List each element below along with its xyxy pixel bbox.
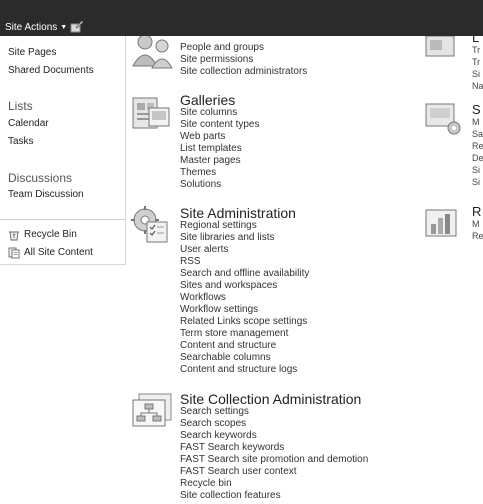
- fast-search-keywords-link[interactable]: FAST Search keywords: [180, 442, 284, 454]
- search-settings-link[interactable]: Search settings: [180, 406, 249, 418]
- right-cat2-title-fragment[interactable]: S: [472, 104, 483, 116]
- fast-search-promotion-demotion-link[interactable]: FAST Search site promotion and demotion: [180, 454, 368, 466]
- right-cat2-link-fragment[interactable]: M: [472, 116, 483, 128]
- site-permissions-link[interactable]: Site permissions: [180, 54, 253, 66]
- sites-and-workspaces-link[interactable]: Sites and workspaces: [180, 280, 277, 292]
- recycle-bin-link[interactable]: Recycle bin: [180, 478, 232, 490]
- site-content-types-link[interactable]: Site content types: [180, 119, 260, 131]
- search-and-offline-availability-link[interactable]: Search and offline availability: [180, 268, 309, 280]
- workflow-settings-link[interactable]: Workflow settings: [180, 304, 258, 316]
- site-collection-features-link[interactable]: Site collection features: [180, 490, 281, 502]
- right-cat2-link-fragment[interactable]: Si: [472, 176, 483, 188]
- reports-icon: [425, 209, 457, 237]
- nav-lists-heading[interactable]: Lists: [8, 99, 33, 113]
- edit-page-icon[interactable]: [70, 20, 84, 33]
- user-alerts-link[interactable]: User alerts: [180, 244, 228, 256]
- list-templates-link[interactable]: List templates: [180, 143, 242, 155]
- right-cat3-title-fragment[interactable]: R: [472, 206, 483, 218]
- workflows-link[interactable]: Workflows: [180, 292, 226, 304]
- content-and-structure-link[interactable]: Content and structure: [180, 340, 276, 352]
- nav-team-discussion[interactable]: Team Discussion: [8, 189, 84, 200]
- master-pages-link[interactable]: Master pages: [180, 155, 241, 167]
- nav-tasks[interactable]: Tasks: [8, 136, 34, 147]
- site-collection-administration-title[interactable]: Site Collection Administration: [180, 391, 361, 407]
- site-actions-category-icon: [425, 103, 461, 135]
- people-and-groups-link[interactable]: People and groups: [180, 42, 264, 54]
- nav-shared-documents[interactable]: Shared Documents: [8, 65, 94, 76]
- right-category-2-clipped: S M Sa Re De Si Si: [472, 104, 483, 194]
- nav-discussions-heading[interactable]: Discussions: [8, 171, 72, 185]
- site-actions-label: Site Actions: [5, 22, 58, 33]
- solutions-link[interactable]: Solutions: [180, 179, 221, 191]
- right-cat2-link-fragment[interactable]: Sa: [472, 128, 483, 140]
- right-cat3-link-fragment[interactable]: M: [472, 218, 483, 230]
- right-cat2-link-fragment[interactable]: Si: [472, 164, 483, 176]
- content-and-structure-logs-link[interactable]: Content and structure logs: [180, 364, 297, 376]
- right-category-1-clipped: L Tr Tr Si Na: [472, 32, 483, 92]
- nav-calendar[interactable]: Calendar: [8, 118, 49, 129]
- site-columns-link[interactable]: Site columns: [180, 107, 237, 119]
- right-cat1-title-fragment[interactable]: L: [472, 32, 483, 44]
- right-cat2-link-fragment[interactable]: De: [472, 152, 483, 164]
- site-administration-icon: [131, 206, 168, 243]
- nav-recycle-bin[interactable]: Recycle Bin: [24, 229, 77, 240]
- galleries-icon: [132, 97, 170, 129]
- regional-settings-link[interactable]: Regional settings: [180, 220, 257, 232]
- recycle-bin-icon: [9, 231, 19, 241]
- right-cat2-link-fragment[interactable]: Re: [472, 140, 483, 152]
- nav-site-pages[interactable]: Site Pages: [8, 47, 56, 58]
- look-and-feel-icon: [425, 36, 455, 57]
- site-collection-administration-icon: [132, 393, 172, 427]
- site-administration-title[interactable]: Site Administration: [180, 205, 296, 221]
- nav-all-site-content[interactable]: All Site Content: [24, 247, 93, 258]
- web-parts-link[interactable]: Web parts: [180, 131, 225, 143]
- all-site-content-icon: [8, 247, 20, 259]
- search-scopes-link[interactable]: Search scopes: [180, 418, 246, 430]
- galleries-title[interactable]: Galleries: [180, 92, 235, 108]
- site-actions-menu[interactable]: Site Actions ▼: [5, 22, 67, 33]
- right-cat1-link-fragment[interactable]: Tr: [472, 56, 483, 68]
- right-category-3-clipped: R M Re: [472, 206, 483, 246]
- right-cat1-link-fragment[interactable]: Tr: [472, 44, 483, 56]
- right-cat1-link-fragment[interactable]: Na: [472, 80, 483, 92]
- search-keywords-link[interactable]: Search keywords: [180, 430, 257, 442]
- users-permissions-icon: [132, 36, 173, 69]
- related-links-scope-settings-link[interactable]: Related Links scope settings: [180, 316, 307, 328]
- right-cat3-link-fragment[interactable]: Re: [472, 230, 483, 242]
- site-collection-administrators-link[interactable]: Site collection administrators: [180, 66, 307, 78]
- quick-launch: Site Pages Shared Documents Lists Calend…: [0, 36, 126, 265]
- searchable-columns-link[interactable]: Searchable columns: [180, 352, 271, 364]
- chevron-down-icon: ▼: [60, 24, 68, 31]
- nav-divider: [0, 219, 125, 220]
- themes-link[interactable]: Themes: [180, 167, 216, 179]
- site-libraries-and-lists-link[interactable]: Site libraries and lists: [180, 232, 274, 244]
- right-cat1-link-fragment[interactable]: Si: [472, 68, 483, 80]
- ribbon-bar: Site Actions ▼: [0, 0, 483, 36]
- fast-search-user-context-link[interactable]: FAST Search user context: [180, 466, 297, 478]
- term-store-management-link[interactable]: Term store management: [180, 328, 288, 340]
- rss-link[interactable]: RSS: [180, 256, 201, 268]
